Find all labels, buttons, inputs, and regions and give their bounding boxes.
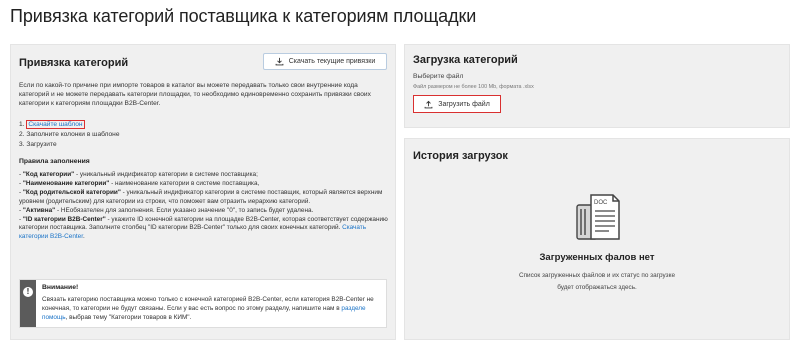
rule-item: - "Код родительской категории" - уникаль… <box>19 188 383 205</box>
upload-icon <box>424 100 433 108</box>
upload-panel: Загрузка категорий Выберите файл Файл ра… <box>404 44 790 128</box>
download-template-link[interactable]: Скачайте шаблон <box>26 120 85 129</box>
intro-text: Если по какой-то причине при импорте тов… <box>19 82 371 107</box>
warning-notice: ! Внимание! Связать категорию поставщика… <box>19 279 387 328</box>
rule-item: - "Наименование категории" - наименовани… <box>19 179 260 187</box>
binding-panel-heading: Привязка категорий <box>19 57 129 69</box>
upload-file-label: Выберите файл <box>413 73 464 80</box>
download-current-bindings-button[interactable]: Скачать текущие привязки <box>263 53 387 70</box>
empty-history-text: Список загруженных файлов и их статус по… <box>518 272 676 291</box>
rule-item: - "Код категории" - уникальный индификат… <box>19 171 258 178</box>
upload-button-label: Загрузить файл <box>438 100 490 108</box>
upload-file-button[interactable]: Загрузить файл <box>413 95 501 113</box>
rules-list: - "Код категории" - уникальный индификат… <box>19 171 389 242</box>
notice-bar: ! <box>20 280 36 327</box>
history-panel: История загрузок DOC Загруженных фалов н… <box>404 138 790 340</box>
empty-history-title: Загруженных фалов нет <box>539 252 655 263</box>
rule-item: - "Активна" - НЕобязателен для заполнени… <box>19 206 314 214</box>
step-3: 3. Загрузите <box>19 141 57 148</box>
notice-title: Внимание! <box>42 284 79 291</box>
steps-list: 1. Скачайте шаблон 2. Заполните колонки … <box>19 120 119 150</box>
category-binding-panel: Привязка категорий Скачать текущие привя… <box>10 44 396 340</box>
info-icon: ! <box>23 287 33 297</box>
download-icon <box>275 57 284 66</box>
doc-label: DOC <box>594 200 608 206</box>
page-title: Привязка категорий поставщика к категори… <box>10 6 477 26</box>
step-1: 1. Скачайте шаблон <box>19 120 85 129</box>
upload-file-hint: Файл размером не более 100 Mb, формата .… <box>413 84 534 90</box>
rule-item: - "ID категории B2B-Center" - укажите ID… <box>19 215 388 241</box>
documents-icon: DOC <box>576 194 620 240</box>
rules-title: Правила заполнения <box>19 158 90 165</box>
history-panel-heading: История загрузок <box>413 150 508 162</box>
download-button-label: Скачать текущие привязки <box>288 58 376 65</box>
step-2: 2. Заполните колонки в шаблоне <box>19 131 120 138</box>
upload-panel-heading: Загрузка категорий <box>413 54 518 66</box>
notice-text: Связать категорию поставщика можно тольк… <box>42 296 374 321</box>
